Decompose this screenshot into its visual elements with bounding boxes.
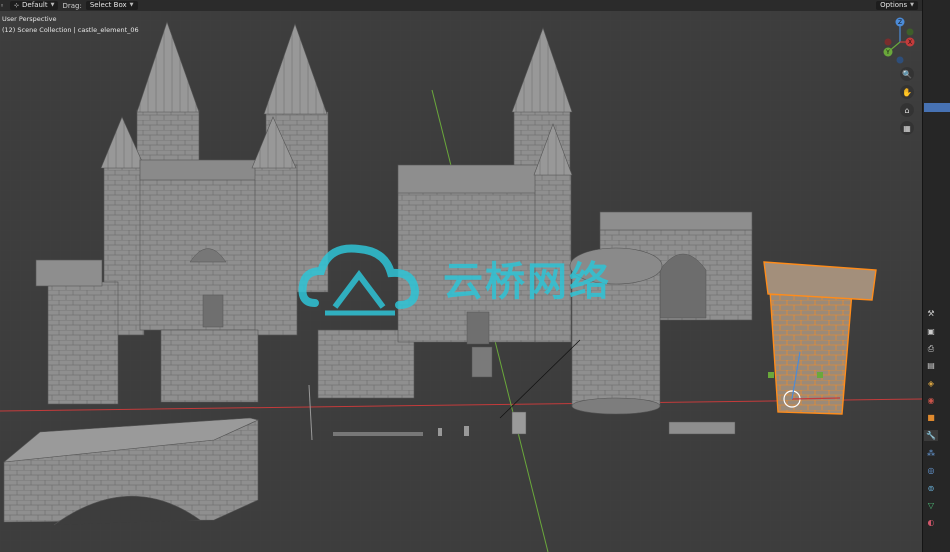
world-icon[interactable]: ◉ bbox=[924, 395, 938, 406]
chevron-down-icon: ▼ bbox=[910, 2, 914, 8]
panel-divider[interactable] bbox=[922, 0, 923, 552]
gizmo-neg-z[interactable] bbox=[896, 56, 904, 64]
view-layer-icon[interactable]: ▤ bbox=[924, 360, 938, 371]
data-icon[interactable]: ▽ bbox=[924, 500, 938, 511]
viewport-header: ◦ ⊹ Default ▼ Drag: Select Box ▼ Options… bbox=[0, 0, 922, 11]
gizmo-plane-handle[interactable] bbox=[817, 372, 823, 378]
gizmo-neg-y[interactable] bbox=[906, 28, 914, 36]
mode-icon: ◦ bbox=[0, 1, 5, 10]
gizmo-y-label: Y bbox=[885, 49, 890, 56]
gizmo-neg-x[interactable] bbox=[884, 38, 892, 46]
chevron-down-icon: ▼ bbox=[50, 2, 55, 8]
axis-icon: ⊹ bbox=[14, 2, 20, 9]
cloud-bridge-logo-icon bbox=[298, 243, 420, 315]
navigation-gizmo[interactable]: Z Y X bbox=[880, 14, 920, 66]
chevron-down-icon: ▼ bbox=[129, 2, 134, 8]
gizmo-z-label: Z bbox=[898, 19, 902, 26]
constraints-icon[interactable]: ⊚ bbox=[924, 483, 938, 494]
orientation-label: Default bbox=[22, 1, 48, 9]
watermark: 云桥网络 bbox=[295, 230, 685, 325]
gizmo-plane-handle[interactable] bbox=[768, 372, 774, 378]
tool-icon[interactable]: ⚒ bbox=[924, 308, 938, 319]
drag-label: Drag: bbox=[62, 1, 82, 10]
render-icon[interactable]: ▣ bbox=[924, 326, 938, 337]
camera-icon[interactable]: ⌂ bbox=[900, 103, 914, 117]
3d-viewport[interactable]: 云桥网络 ◦ ⊹ Default ▼ Drag: Select Box ▼ Op… bbox=[0, 0, 922, 552]
orientation-dropdown[interactable]: ⊹ Default ▼ bbox=[10, 1, 59, 10]
view-perspective-label: User Perspective bbox=[2, 15, 57, 23]
watermark-text: 云桥网络 bbox=[443, 258, 611, 305]
options-label: Options bbox=[880, 1, 908, 9]
scene-collection-label: (12) Scene Collection | castle_element_0… bbox=[2, 26, 139, 34]
physics-icon[interactable]: ◎ bbox=[924, 465, 938, 476]
output-icon[interactable]: ⎙ bbox=[924, 343, 938, 354]
outliner-selected-row[interactable] bbox=[924, 103, 950, 112]
drag-value: Select Box bbox=[89, 1, 127, 9]
stone-bridge[interactable] bbox=[3, 417, 259, 526]
gatehouse-block-left[interactable] bbox=[160, 329, 259, 403]
particles-icon[interactable]: ⁂ bbox=[924, 448, 938, 459]
scene-icon[interactable]: ◈ bbox=[924, 378, 938, 389]
grid-icon[interactable]: ▦ bbox=[900, 121, 914, 135]
zoom-icon[interactable]: 🔍 bbox=[900, 67, 914, 81]
options-dropdown[interactable]: Options ▼ bbox=[876, 1, 918, 10]
drag-dropdown[interactable]: Select Box ▼ bbox=[85, 1, 138, 10]
object-icon[interactable]: ■ bbox=[924, 412, 938, 423]
modifier-icon[interactable]: 🔧 bbox=[924, 430, 938, 441]
hand-pan-icon[interactable]: ✋ bbox=[900, 85, 914, 99]
material-icon[interactable]: ◐ bbox=[924, 517, 938, 528]
gizmo-x-label: X bbox=[908, 39, 912, 46]
